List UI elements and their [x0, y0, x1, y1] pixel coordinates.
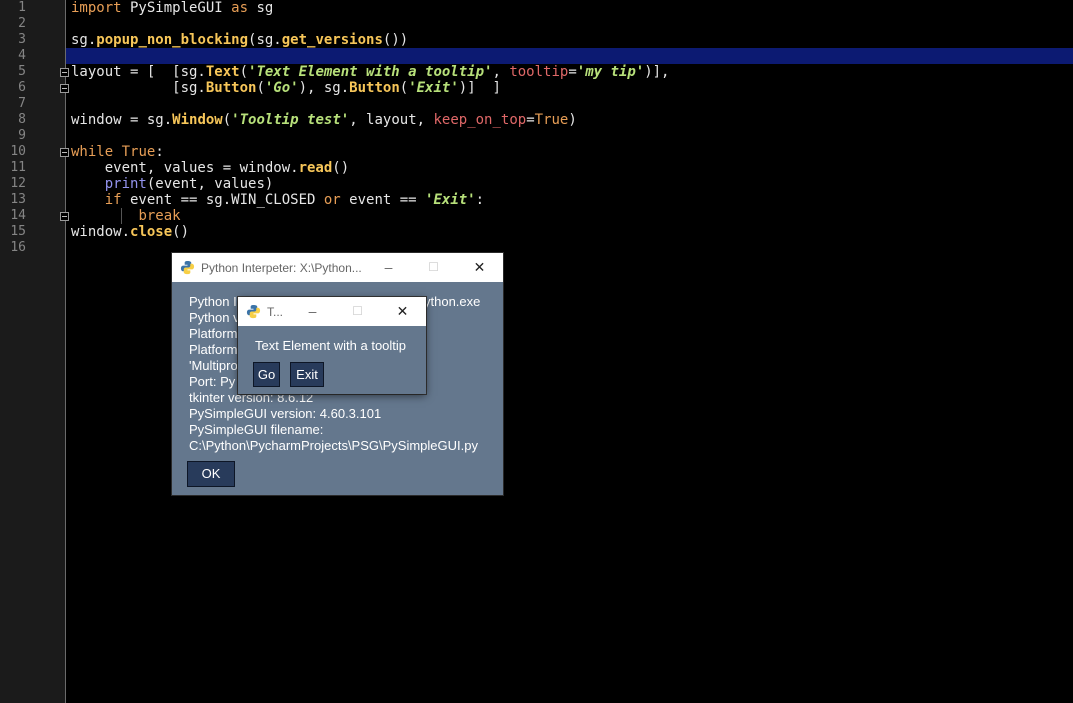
line-number: 7 — [18, 96, 26, 111]
line-number: 12 — [10, 176, 26, 191]
exit-button[interactable]: Exit — [290, 362, 324, 387]
python-logo-icon — [180, 260, 195, 275]
version-line: PySimpleGUI filename: — [189, 422, 324, 437]
close-button[interactable]: ✕ — [380, 297, 425, 326]
fold-marker-icon[interactable] — [60, 68, 69, 77]
line-number: 11 — [10, 160, 26, 175]
line-number: 14 — [10, 208, 26, 223]
maximize-button[interactable]: ☐ — [411, 253, 456, 282]
tooltip-test-window: T... – ☐ ✕ Text Element with a tooltip G… — [238, 297, 426, 394]
line-number: 13 — [10, 192, 26, 207]
version-line: Port: Py — [189, 374, 236, 389]
version-line: PySimpleGUI version: 4.60.3.101 — [189, 406, 382, 421]
fold-marker-icon[interactable] — [60, 84, 69, 93]
minimize-button[interactable]: – — [366, 253, 411, 282]
version-line: 'Multipro — [189, 358, 238, 373]
code-line-15: window.close() — [71, 224, 190, 240]
ok-button[interactable]: OK — [187, 461, 235, 487]
tooltip-test-titlebar[interactable]: T... – ☐ ✕ — [238, 297, 426, 326]
current-line-highlight — [66, 48, 1073, 64]
code-line-6: [sg.Button('Go'), sg.Button('Exit')] ] — [71, 80, 501, 96]
line-number: 8 — [18, 112, 26, 127]
python-logo-icon — [246, 304, 261, 319]
code-line-13: if event == sg.WIN_CLOSED or event == 'E… — [104, 192, 485, 208]
code-line-12: print(event, values) — [104, 176, 274, 192]
line-number: 9 — [18, 128, 26, 143]
version-line: C:\Python\PycharmProjects\PSG\PySimpleGU… — [189, 438, 478, 453]
code-line-3: sg.popup_non_blocking(sg.get_versions()) — [71, 32, 409, 48]
code-line-1: import PySimpleGUI as sg — [71, 0, 274, 16]
code-line-8: window = sg.Window('Tooltip test', layou… — [71, 112, 577, 128]
version-line: Platform — [189, 342, 238, 357]
line-number: 10 — [10, 144, 26, 159]
versions-popup-title: Python Interpeter: X:\Python... — [201, 261, 362, 275]
code-line-5: layout = [ [sg.Text('Text Element with a… — [71, 64, 670, 80]
line-number: 3 — [18, 32, 26, 47]
line-number: 4 — [18, 48, 26, 63]
version-line: Platform — [189, 326, 238, 341]
line-number: 1 — [18, 0, 26, 15]
version-line-tail: ython.exe — [424, 294, 481, 309]
fold-marker-icon[interactable] — [60, 148, 69, 157]
maximize-button[interactable]: ☐ — [335, 297, 380, 326]
versions-popup-titlebar[interactable]: Python Interpeter: X:\Python... – ☐ ✕ — [172, 253, 503, 282]
line-number: 2 — [18, 16, 26, 31]
go-button[interactable]: Go — [253, 362, 280, 387]
version-line: Python v — [189, 310, 240, 325]
line-number: 6 — [18, 80, 26, 95]
code-line-14: break — [138, 208, 181, 224]
code-line-10: while True: — [71, 144, 164, 160]
line-number: 16 — [10, 240, 26, 255]
code-line-11: event, values = window.read() — [71, 160, 350, 176]
line-number: 15 — [10, 224, 26, 239]
tooltip-text-element[interactable]: Text Element with a tooltip — [255, 338, 406, 353]
tooltip-test-title: T... — [267, 305, 284, 319]
version-line: Python I — [189, 294, 237, 309]
fold-marker-icon[interactable] — [60, 212, 69, 221]
minimize-button[interactable]: – — [290, 297, 335, 326]
close-button[interactable]: ✕ — [457, 253, 502, 282]
line-number: 5 — [18, 64, 26, 79]
